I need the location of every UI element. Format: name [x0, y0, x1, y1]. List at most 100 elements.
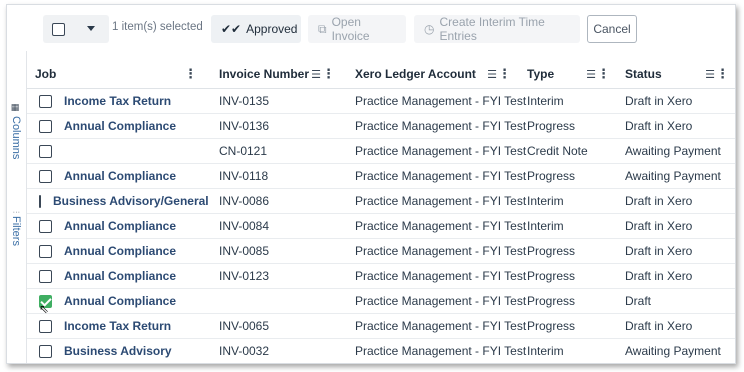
ledger-account-cell: Practice Management - FYI Test	[355, 319, 527, 333]
job-link[interactable]: Income Tax Return	[64, 319, 171, 333]
table-row[interactable]: Income Tax Return INV-0065 Practice Mana…	[27, 314, 735, 339]
row-checkbox[interactable]	[39, 144, 52, 158]
row-checkbox[interactable]	[39, 269, 52, 283]
job-cell: Annual Compliance	[27, 119, 205, 133]
status-cell: Draft in Xero	[625, 119, 693, 133]
table-row[interactable]: Annual Compliance INV-0123 Practice Mana…	[27, 264, 735, 289]
approved-button[interactable]: ✔✔ Approved	[211, 15, 301, 43]
header-invoice[interactable]: Invoice Number ☰ ⋮	[205, 66, 343, 82]
ledger-account-cell: Practice Management - FYI Test	[355, 119, 527, 133]
mouse-pointer-icon: ⇖	[39, 302, 50, 316]
type-cell: Progress	[527, 244, 576, 258]
invoice-grid-window: 1 item(s) selected ✔✔ Approved ⧉ Open In…	[6, 4, 736, 364]
filter-icon[interactable]: ☰	[705, 68, 715, 81]
column-menu-icon[interactable]: ⋮	[184, 66, 197, 82]
job-link[interactable]: Business Advisory	[64, 344, 172, 358]
columns-label: Columns	[10, 116, 22, 160]
columns-tab[interactable]: ▦ Columns	[10, 103, 22, 159]
job-cell: Annual Compliance	[27, 219, 205, 233]
status-cell: Awaiting Payment	[625, 144, 721, 158]
row-checkbox[interactable]	[39, 319, 52, 333]
create-interim-label: Create Interim Time Entries	[439, 15, 545, 43]
cancel-button[interactable]: Cancel	[587, 15, 637, 43]
approved-label: Approved	[246, 22, 298, 36]
create-interim-button[interactable]: ◷ Create Interim Time Entries	[414, 15, 580, 43]
filters-tab[interactable]: ⫶ Filters	[10, 211, 22, 246]
job-cell: Income Tax Return	[27, 94, 205, 108]
column-menu-icon[interactable]: ⋮	[597, 66, 610, 82]
select-all-dropdown[interactable]	[43, 15, 109, 43]
job-link[interactable]: Annual Compliance	[64, 219, 176, 233]
invoice-table: Job ⋮ Invoice Number ☰ ⋮ Xero Ledger Acc…	[27, 59, 735, 363]
job-cell: Income Tax Return	[27, 319, 205, 333]
column-menu-icon[interactable]: ⋮	[498, 66, 511, 82]
row-checkbox[interactable]	[39, 119, 52, 133]
header-account-label: Xero Ledger Account	[355, 66, 476, 81]
header-job[interactable]: Job ⋮	[27, 66, 205, 82]
type-cell: Progress	[527, 294, 576, 308]
type-cell: Progress	[527, 119, 576, 133]
status-cell: Draft	[625, 294, 652, 308]
invoice-number-cell: INV-0085	[219, 244, 270, 258]
header-job-label: Job	[35, 66, 57, 81]
table-row[interactable]: Annual Compliance INV-0084 Practice Mana…	[27, 214, 735, 239]
header-type[interactable]: Type ☰ ⋮	[519, 66, 618, 82]
ledger-account-cell: Practice Management - FYI Test	[355, 169, 527, 183]
external-link-icon: ⧉	[318, 21, 327, 36]
job-link[interactable]: Annual Compliance	[64, 169, 176, 183]
job-link[interactable]: Annual Compliance	[64, 119, 176, 133]
invoice-number-cell: INV-0065	[219, 319, 270, 333]
status-cell: Draft in Xero	[625, 244, 693, 258]
job-link[interactable]: Annual Compliance	[64, 244, 176, 258]
table-row[interactable]: Annual Compliance INV-0118 Practice Mana…	[27, 164, 735, 189]
row-checkbox[interactable]	[39, 194, 41, 208]
type-cell: Credit Note	[527, 144, 588, 158]
table-row[interactable]: CN-0121 Practice Management - FYI Test C…	[27, 139, 735, 164]
table-row[interactable]: Annual Compliance INV-0085 Practice Mana…	[27, 239, 735, 264]
table-row[interactable]: Income Tax Return INV-0135 Practice Mana…	[27, 89, 735, 114]
job-link[interactable]: Annual Compliance	[64, 294, 176, 308]
grid-icon: ▦	[11, 103, 21, 113]
status-cell: Draft in Xero	[625, 269, 693, 283]
status-cell: Draft in Xero	[625, 94, 693, 108]
chevron-down-icon[interactable]	[87, 26, 95, 31]
header-status[interactable]: Status ☰ ⋮	[618, 66, 735, 82]
job-link[interactable]: Income Tax Return	[64, 94, 171, 108]
row-checkbox[interactable]	[39, 169, 52, 183]
header-account[interactable]: Xero Ledger Account ☰ ⋮	[343, 66, 519, 82]
job-cell: Annual Compliance	[27, 169, 205, 183]
filter-icon[interactable]: ☰	[586, 68, 596, 81]
job-link[interactable]: Annual Compliance	[64, 269, 176, 283]
row-checkbox[interactable]	[39, 219, 52, 233]
filter-icon: ⫶	[11, 211, 21, 214]
job-cell	[27, 144, 205, 158]
row-checkbox[interactable]	[39, 244, 52, 258]
table-row[interactable]: Annual Compliance INV-0136 Practice Mana…	[27, 114, 735, 139]
invoice-number-cell: INV-0123	[219, 269, 270, 283]
invoice-number-cell: INV-0032	[219, 344, 270, 358]
ledger-account-cell: Practice Management - FYI Test	[355, 294, 527, 308]
status-cell: Draft in Xero	[625, 219, 693, 233]
table-row[interactable]: Annual Compliance ⇖ Practice Management …	[27, 289, 735, 316]
filter-icon[interactable]: ☰	[487, 68, 497, 81]
table-row[interactable]: Business Advisory/General INV-0086 Pract…	[27, 189, 735, 214]
status-cell: Awaiting Payment	[625, 344, 721, 358]
column-menu-icon[interactable]: ⋮	[716, 66, 729, 82]
select-all-checkbox[interactable]	[52, 22, 65, 36]
filter-icon[interactable]: ☰	[311, 68, 321, 81]
table-row[interactable]: Business Advisory INV-0032 Practice Mana…	[27, 339, 735, 363]
table-body: Income Tax Return INV-0135 Practice Mana…	[27, 89, 735, 363]
ledger-account-cell: Practice Management - FYI Test	[355, 244, 527, 258]
ledger-account-cell: Practice Management - FYI Test	[355, 219, 527, 233]
status-cell: Awaiting Payment	[625, 169, 721, 183]
row-checkbox[interactable]	[39, 344, 52, 358]
invoice-number-cell: INV-0136	[219, 119, 270, 133]
ledger-account-cell: Practice Management - FYI Test	[355, 344, 527, 358]
job-link[interactable]: Business Advisory/General	[53, 194, 209, 208]
invoice-number-cell: INV-0086	[219, 194, 270, 208]
row-checkbox[interactable]	[39, 94, 52, 108]
header-type-label: Type	[527, 66, 555, 81]
type-cell: Interim	[527, 344, 564, 358]
column-menu-icon[interactable]: ⋮	[322, 66, 335, 82]
open-invoice-button[interactable]: ⧉ Open Invoice	[308, 15, 406, 43]
